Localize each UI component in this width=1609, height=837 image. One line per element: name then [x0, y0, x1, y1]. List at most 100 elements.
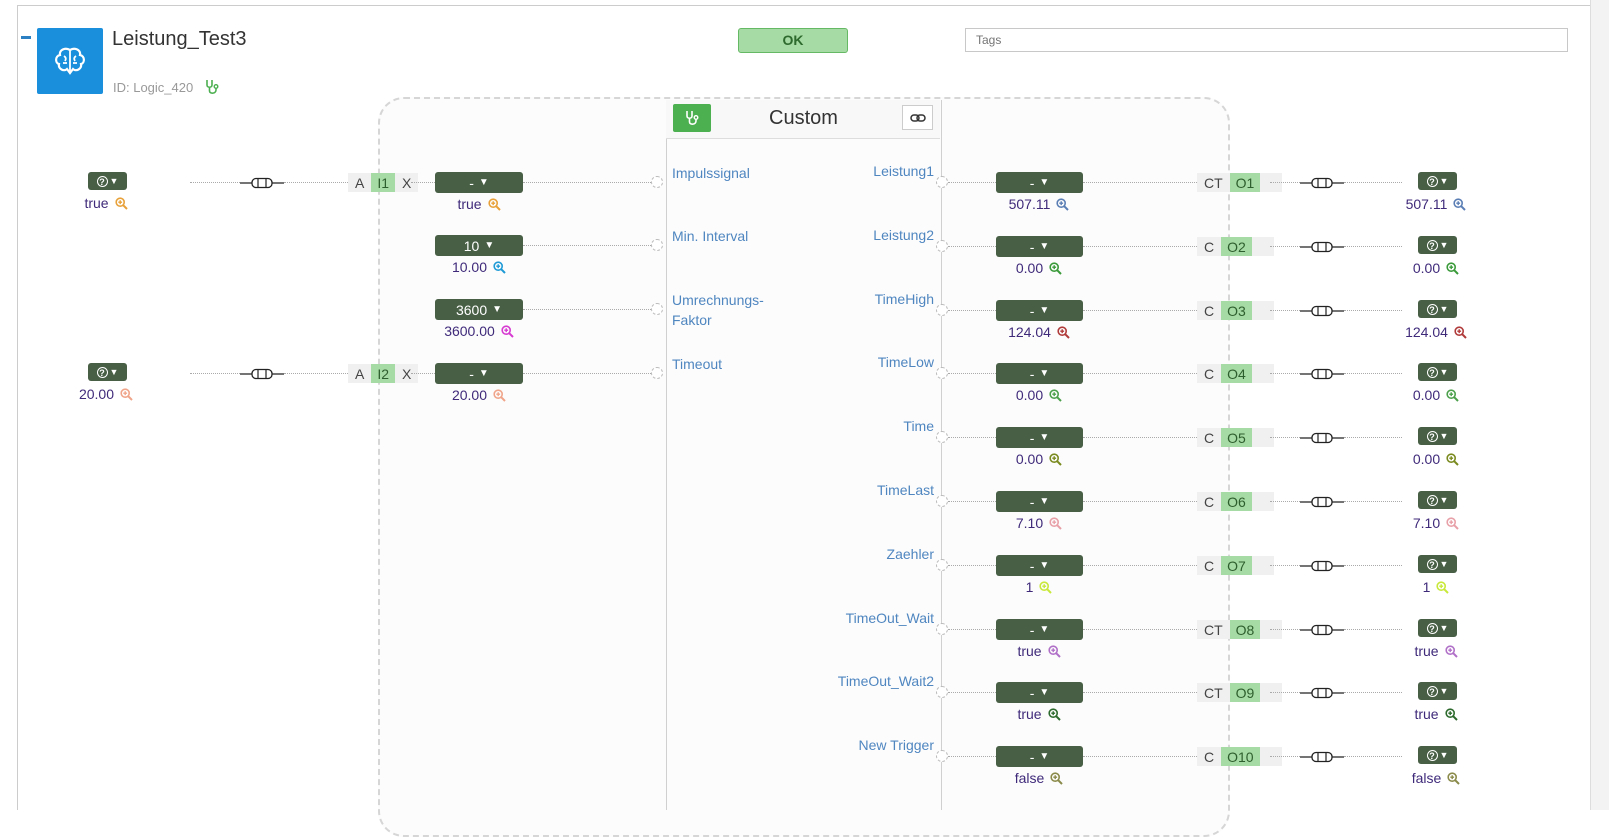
- connector-plug-icon[interactable]: [1300, 431, 1344, 449]
- zoom-in-icon[interactable]: [1057, 325, 1070, 339]
- output-help-button-4[interactable]: ? ▼: [1418, 363, 1457, 381]
- zoom-in-icon[interactable]: [1446, 261, 1459, 275]
- connector-plug-icon[interactable]: [1300, 304, 1344, 322]
- output-dropdown-5[interactable]: - ▼: [996, 427, 1083, 448]
- connector-plug-icon[interactable]: [240, 176, 284, 194]
- input-chip-4[interactable]: A I2 X: [348, 364, 419, 383]
- zoom-in-icon[interactable]: [1049, 516, 1062, 530]
- input-label-line: Faktor: [672, 312, 712, 328]
- zoom-in-icon[interactable]: [501, 324, 514, 338]
- zoom-in-icon[interactable]: [1444, 707, 1458, 721]
- connector-plug-icon[interactable]: [1300, 686, 1344, 704]
- link-icon[interactable]: [902, 105, 933, 130]
- zoom-in-icon[interactable]: [1453, 197, 1467, 211]
- value-text: 0.00: [1015, 387, 1044, 403]
- output-value-1: 507.11: [979, 196, 1099, 212]
- zoom-in-icon[interactable]: [487, 197, 501, 211]
- zoom-in-icon[interactable]: [120, 387, 133, 401]
- value-text: 3600.00: [444, 323, 495, 339]
- output-help-button-10[interactable]: ? ▼: [1418, 746, 1457, 764]
- output-chip-3[interactable]: C O3: [1197, 301, 1274, 320]
- zoom-in-icon[interactable]: [493, 388, 506, 402]
- output-help-button-7[interactable]: ? ▼: [1418, 555, 1457, 573]
- chevron-down-icon: ▼: [484, 240, 495, 251]
- zoom-in-icon[interactable]: [1447, 771, 1460, 785]
- input-chip-1[interactable]: A I1 X: [348, 173, 419, 192]
- connector-plug-icon[interactable]: [1300, 176, 1344, 194]
- vertical-scrollbar[interactable]: [1590, 0, 1609, 810]
- status-ok-button[interactable]: OK: [738, 28, 848, 53]
- output-help-button-1[interactable]: ? ▼: [1418, 172, 1457, 190]
- output-dropdown-10[interactable]: - ▼: [996, 746, 1083, 767]
- chip-mode: CT: [1197, 683, 1230, 702]
- zoom-in-icon[interactable]: [1444, 644, 1458, 658]
- input-source-help-button-4[interactable]: ? ▼: [88, 363, 127, 381]
- input-dropdown-3[interactable]: 3600 ▼: [435, 299, 523, 320]
- output-wire: [948, 629, 996, 630]
- connector-plug-icon[interactable]: [240, 367, 284, 385]
- output-wire: [1083, 756, 1197, 757]
- chevron-down-icon: ▼: [1439, 623, 1449, 633]
- connector-plug-icon[interactable]: [1300, 240, 1344, 258]
- output-pin-circle: [936, 304, 948, 316]
- zoom-in-icon[interactable]: [1049, 261, 1062, 275]
- output-dropdown-9[interactable]: - ▼: [996, 682, 1083, 703]
- connector-plug-icon[interactable]: [1300, 559, 1344, 577]
- output-dropdown-8[interactable]: - ▼: [996, 619, 1083, 640]
- output-chip-5[interactable]: C O5: [1197, 428, 1274, 447]
- output-dropdown-1[interactable]: - ▼: [996, 172, 1083, 193]
- zoom-in-icon[interactable]: [1446, 452, 1459, 466]
- chevron-down-icon: ▼: [1439, 750, 1449, 760]
- input-dropdown-2[interactable]: 10 ▼: [435, 235, 523, 256]
- zoom-in-icon[interactable]: [493, 260, 506, 274]
- tags-input[interactable]: [965, 28, 1568, 52]
- output-chip-2[interactable]: C O2: [1197, 237, 1274, 256]
- zoom-in-icon[interactable]: [1050, 771, 1063, 785]
- zoom-in-icon[interactable]: [1436, 580, 1450, 594]
- zoom-in-icon[interactable]: [1047, 644, 1061, 658]
- output-help-button-9[interactable]: ? ▼: [1418, 682, 1457, 700]
- core-stethoscope-button[interactable]: [673, 104, 711, 132]
- output-wire: [1083, 182, 1197, 183]
- output-dropdown-2[interactable]: - ▼: [996, 236, 1083, 257]
- output-help-button-5[interactable]: ? ▼: [1418, 427, 1457, 445]
- input-source-value-1: true: [46, 195, 166, 211]
- output-help-button-2[interactable]: ? ▼: [1418, 236, 1457, 254]
- minus-collapse-icon[interactable]: [21, 36, 31, 39]
- zoom-in-icon[interactable]: [1446, 388, 1459, 402]
- zoom-in-icon[interactable]: [1049, 388, 1062, 402]
- input-dropdown-1[interactable]: - ▼: [435, 172, 523, 193]
- connector-plug-icon[interactable]: [1300, 750, 1344, 768]
- output-dropdown-7[interactable]: - ▼: [996, 555, 1083, 576]
- output-help-button-3[interactable]: ? ▼: [1418, 300, 1457, 318]
- input-value-4: 20.00: [419, 387, 539, 403]
- zoom-in-icon[interactable]: [1454, 325, 1467, 339]
- output-chip-7[interactable]: C O7: [1197, 556, 1274, 575]
- output-dropdown-3[interactable]: - ▼: [996, 300, 1083, 321]
- output-value-5: 0.00: [979, 451, 1099, 467]
- zoom-in-icon[interactable]: [114, 196, 128, 210]
- zoom-in-icon[interactable]: [1049, 452, 1062, 466]
- input-value-2: 10.00: [419, 259, 539, 275]
- output-chip-6[interactable]: C O6: [1197, 492, 1274, 511]
- zoom-in-icon[interactable]: [1056, 197, 1070, 211]
- input-pin-circle: [651, 303, 663, 315]
- chip-mode: C: [1197, 237, 1222, 256]
- output-ext-wire: [1270, 692, 1300, 693]
- output-help-button-6[interactable]: ? ▼: [1418, 491, 1457, 509]
- zoom-in-icon[interactable]: [1047, 707, 1061, 721]
- connector-plug-icon[interactable]: [1300, 495, 1344, 513]
- input-source-help-button-1[interactable]: ? ▼: [88, 172, 127, 190]
- connector-plug-icon[interactable]: [1300, 367, 1344, 385]
- zoom-in-icon[interactable]: [1039, 580, 1053, 594]
- input-dropdown-4[interactable]: - ▼: [435, 363, 523, 384]
- output-help-button-8[interactable]: ? ▼: [1418, 619, 1457, 637]
- zoom-in-icon[interactable]: [1446, 516, 1459, 530]
- input-chip-wire: [411, 182, 435, 183]
- stethoscope-icon[interactable]: [205, 79, 219, 100]
- connector-plug-icon[interactable]: [1300, 623, 1344, 641]
- output-chip-10[interactable]: C O10: [1197, 747, 1282, 766]
- output-dropdown-6[interactable]: - ▼: [996, 491, 1083, 512]
- output-dropdown-4[interactable]: - ▼: [996, 363, 1083, 384]
- output-chip-4[interactable]: C O4: [1197, 364, 1274, 383]
